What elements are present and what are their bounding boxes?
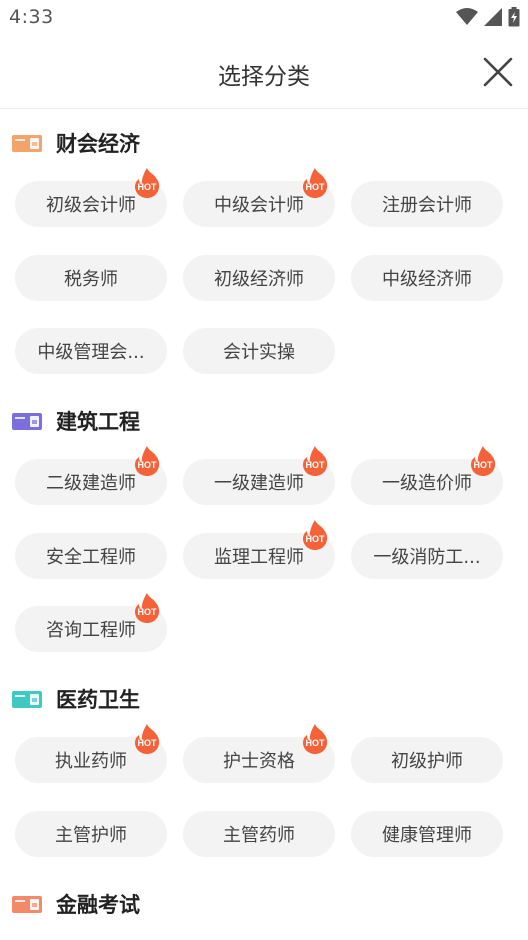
svg-text:HOT: HOT — [138, 607, 158, 617]
svg-text:HOT: HOT — [306, 460, 326, 470]
category-chip[interactable]: 中级经济师 — [351, 254, 503, 301]
chip-label: 护士资格 — [223, 751, 295, 772]
wifi-icon — [456, 8, 478, 25]
category-chip[interactable]: 税务师 — [15, 254, 167, 301]
hot-badge: HOT — [300, 723, 330, 755]
flame-hot-icon: HOT — [134, 168, 160, 198]
category-chip[interactable]: 会计实操 — [183, 328, 335, 374]
category-chip[interactable]: 一级消防工... — [351, 532, 503, 579]
svg-text:HOT: HOT — [474, 460, 494, 470]
hot-badge: HOT — [468, 445, 498, 477]
medicine-ticket-icon — [12, 690, 42, 708]
chip-label: 主管护师 — [55, 824, 127, 846]
chip-label: 中级会计师 — [214, 195, 304, 216]
section-header: 医药卫生 — [12, 684, 140, 714]
chip-label: 安全工程师 — [46, 546, 136, 568]
accounting-ticket-icon — [12, 134, 42, 152]
signal-icon — [484, 8, 502, 26]
hot-badge: HOT — [132, 445, 162, 477]
chip-label: 初级护师 — [391, 751, 463, 772]
svg-text:HOT: HOT — [306, 182, 326, 192]
flame-hot-icon: HOT — [134, 724, 160, 754]
flame-hot-icon: HOT — [302, 724, 328, 754]
page-title: 选择分类 — [218, 64, 310, 90]
svg-text:HOT: HOT — [138, 182, 158, 192]
finance-ticket-icon — [12, 895, 42, 913]
hot-badge: HOT — [132, 592, 162, 624]
chip-label: 主管药师 — [223, 824, 295, 846]
chip-label: 中级经济师 — [382, 268, 472, 290]
close-button[interactable] — [480, 54, 516, 90]
header: 选择分类 — [0, 36, 528, 109]
flame-hot-icon: HOT — [470, 446, 496, 476]
hot-badge: HOT — [300, 519, 330, 551]
construction-ticket-icon — [12, 412, 42, 430]
chip-label: 执业药师 — [55, 751, 127, 772]
hot-badge: HOT — [300, 445, 330, 477]
flame-hot-icon: HOT — [302, 519, 328, 550]
close-icon — [483, 57, 513, 87]
chip-label: 一级造价师 — [382, 473, 472, 494]
battery-icon — [508, 7, 520, 27]
status-bar: 4:33 — [0, 0, 528, 36]
section-title: 建筑工程 — [56, 410, 140, 434]
status-icons — [456, 7, 520, 27]
chip-label: 健康管理师 — [382, 824, 472, 846]
section-header: 金融考试 — [12, 889, 140, 919]
category-chip[interactable]: 注册会计师 — [351, 181, 503, 227]
chip-label: 二级建造师 — [46, 473, 136, 494]
svg-text:HOT: HOT — [306, 738, 326, 748]
category-chip[interactable]: 初级护师 — [351, 737, 503, 783]
section-title: 金融考试 — [56, 893, 140, 917]
chip-label: 税务师 — [64, 268, 118, 290]
section-title: 医药卫生 — [56, 688, 140, 712]
chip-label: 注册会计师 — [382, 195, 472, 216]
chip-label: 一级消防工... — [373, 546, 481, 568]
category-chip[interactable]: 初级经济师 — [183, 254, 335, 301]
flame-hot-icon: HOT — [134, 593, 160, 623]
svg-text:HOT: HOT — [138, 738, 158, 748]
flame-hot-icon: HOT — [302, 446, 328, 476]
category-chip[interactable]: 主管护师 — [15, 810, 167, 857]
hot-badge: HOT — [132, 723, 162, 755]
chip-label: 一级建造师 — [214, 473, 304, 494]
chip-label: 监理工程师 — [214, 546, 304, 568]
category-chip[interactable]: 安全工程师 — [15, 532, 167, 579]
flame-hot-icon: HOT — [302, 168, 328, 198]
chip-label: 会计实操 — [223, 342, 295, 363]
category-chip[interactable]: 主管药师 — [183, 810, 335, 857]
section-title: 财会经济 — [56, 132, 140, 156]
section-header: 财会经济 — [12, 128, 140, 158]
chip-label: 初级经济师 — [214, 268, 304, 290]
status-time: 4:33 — [9, 6, 54, 28]
category-chip[interactable]: 健康管理师 — [351, 810, 503, 857]
svg-text:HOT: HOT — [138, 460, 158, 470]
chip-label: 咨询工程师 — [46, 620, 136, 641]
category-chip[interactable]: 中级管理会... — [15, 328, 167, 374]
chip-label: 中级管理会... — [37, 342, 145, 363]
hot-badge: HOT — [132, 167, 162, 199]
section-header: 建筑工程 — [12, 406, 140, 436]
svg-text:HOT: HOT — [306, 534, 326, 544]
hot-badge: HOT — [300, 167, 330, 199]
chip-label: 初级会计师 — [46, 195, 136, 216]
flame-hot-icon: HOT — [134, 446, 160, 476]
